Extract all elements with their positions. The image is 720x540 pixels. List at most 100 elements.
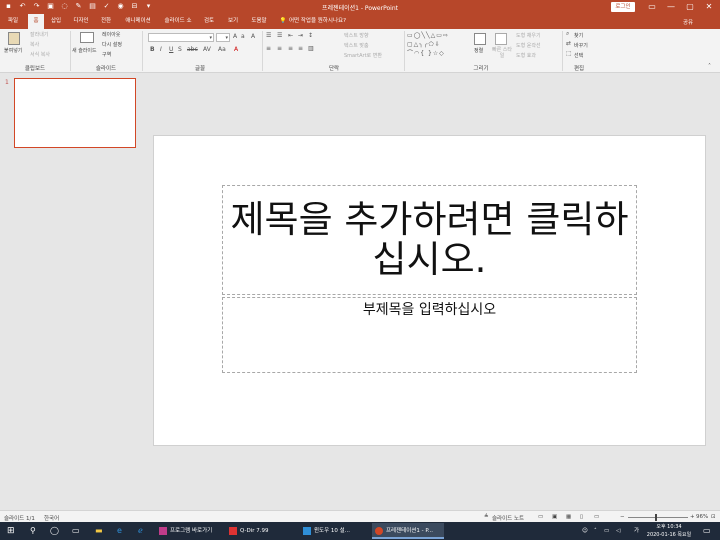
comments-icon[interactable]: ▭	[538, 514, 543, 520]
zoom-level[interactable]: 96%	[696, 514, 708, 520]
slide-sorter-icon[interactable]: ▦	[566, 514, 571, 520]
login-button[interactable]: 로그인	[611, 2, 635, 12]
find-button[interactable]: 찾기	[574, 32, 583, 39]
tell-me-search[interactable]: 어떤 작업을 원하시나요?	[289, 14, 369, 29]
tab-home[interactable]: 홈	[28, 14, 44, 29]
select-button[interactable]: 선택	[574, 52, 583, 59]
taskbar-item-program-shortcuts[interactable]: 프로그램 바로가기	[156, 523, 220, 539]
grow-font-icon[interactable]: A	[233, 33, 237, 41]
quick-styles-icon[interactable]	[495, 33, 507, 45]
shape-fill-button[interactable]: 도형 채우기	[516, 32, 541, 39]
fit-slide-icon[interactable]: ⊡	[711, 514, 716, 520]
tray-chevron-icon[interactable]: ˄	[594, 522, 597, 540]
search-icon[interactable]: ⚲	[30, 522, 36, 540]
clock[interactable]: 오후 10:34 2020-01-16 목요일	[644, 523, 694, 539]
taskbar-item-label: 프로그램 바로가기	[170, 528, 213, 534]
collapse-ribbon-icon[interactable]: ˄	[708, 63, 711, 71]
align-left-icon[interactable]: ≡	[266, 45, 271, 53]
tab-slideshow[interactable]: 슬라이드 쇼	[160, 14, 196, 29]
tab-design[interactable]: 디자인	[70, 14, 92, 29]
paste-icon[interactable]	[8, 32, 20, 45]
new-slide-icon[interactable]	[80, 32, 94, 43]
reset-button[interactable]: 다시 설정	[102, 41, 122, 48]
cortana-icon[interactable]: ◯	[50, 522, 59, 540]
powerpoint-icon	[375, 527, 383, 535]
italic-icon[interactable]: I	[160, 46, 162, 54]
underline-icon[interactable]: U	[169, 46, 173, 54]
align-center-icon[interactable]: ≡	[277, 45, 282, 53]
strikethrough-icon[interactable]: abc	[187, 46, 198, 54]
char-spacing-icon[interactable]: AV	[203, 46, 211, 54]
notification-icon[interactable]: ▭	[703, 522, 711, 540]
new-slide-button[interactable]: 새 슬라이드	[72, 47, 97, 54]
subtitle-placeholder[interactable]: 부제목을 입력하십시오	[222, 297, 637, 373]
quick-styles-button[interactable]: 빠른 스타일	[492, 47, 512, 59]
bold-icon[interactable]: B	[150, 46, 155, 54]
taskbar-item-powerpoint[interactable]: 프레젠테이션1 - P...	[372, 523, 444, 539]
reading-view-icon[interactable]: ▯	[580, 514, 583, 520]
normal-view-icon[interactable]: ▣	[552, 514, 557, 520]
numbering-icon[interactable]: ☰	[277, 32, 282, 40]
copy-button[interactable]: 복사	[30, 41, 39, 48]
line-spacing-icon[interactable]: ↕	[308, 32, 313, 40]
clear-format-icon[interactable]: A	[251, 33, 255, 41]
bullets-icon[interactable]: ☰	[266, 32, 271, 40]
title-placeholder[interactable]: 제목을 추가하려면 클릭하십시오.	[222, 185, 637, 295]
task-view-icon[interactable]: ▭	[72, 522, 80, 540]
font-size-combo[interactable]: ▾	[216, 33, 230, 42]
format-painter-button[interactable]: 서식 복사	[30, 51, 50, 58]
taskbar-item-qdir[interactable]: Q-Dir 7.99	[226, 523, 286, 539]
increase-indent-icon[interactable]: ⇥	[298, 32, 303, 40]
edge-icon[interactable]: e	[117, 522, 122, 540]
section-button[interactable]: 구역	[102, 51, 111, 58]
tab-help[interactable]: 도움말	[247, 14, 271, 29]
file-explorer-icon[interactable]: ▬	[95, 522, 103, 540]
taskbar-item-label: 프레젠테이션1 - P...	[386, 528, 434, 534]
font-name-combo[interactable]: ▾	[148, 33, 214, 42]
arrange-icon[interactable]	[474, 33, 486, 45]
start-icon[interactable]: ⊞	[7, 522, 15, 540]
convert-smartart-button[interactable]: SmartArt로 변환	[344, 52, 382, 59]
tab-insert[interactable]: 삽입	[47, 14, 65, 29]
volume-icon[interactable]: ◁	[616, 522, 620, 540]
change-case-icon[interactable]: Aa	[218, 46, 226, 54]
replace-icon: ⇄	[566, 40, 572, 47]
share-button[interactable]: 공유	[683, 18, 693, 26]
tab-view[interactable]: 보기	[224, 14, 242, 29]
language-indicator[interactable]: 한국어	[44, 514, 59, 522]
close-icon[interactable]: ✕	[698, 0, 720, 14]
layout-button[interactable]: 레이아웃	[102, 31, 120, 38]
ime-indicator[interactable]: 가	[634, 522, 639, 540]
shapes-gallery[interactable]: ▭◯╲╲△▭⇨ ▢△╮╭⬠⇩ ⌒◠{ }☆◇	[407, 31, 469, 61]
arrange-button[interactable]: 정렬	[474, 47, 483, 54]
zoom-out-icon[interactable]: −	[620, 514, 625, 520]
shrink-font-icon[interactable]: a	[241, 33, 245, 41]
taskbar-item-windows-settings[interactable]: 윈도우 10 설...	[300, 523, 368, 539]
text-direction-button[interactable]: 텍스트 방향	[344, 32, 369, 39]
font-color-icon[interactable]: A	[234, 46, 238, 54]
align-right-icon[interactable]: ≡	[288, 45, 293, 53]
zoom-slider[interactable]	[628, 517, 688, 518]
people-icon[interactable]: ☺	[582, 522, 588, 540]
replace-button[interactable]: 바꾸기	[574, 42, 588, 49]
shadow-icon[interactable]: S	[178, 46, 182, 54]
tab-file[interactable]: 파일	[4, 14, 22, 29]
notes-button[interactable]: 슬라이드 노트	[492, 514, 524, 522]
shape-outline-button[interactable]: 도형 윤곽선	[516, 42, 541, 49]
justify-icon[interactable]: ≡	[298, 45, 303, 53]
tab-review[interactable]: 검토	[200, 14, 218, 29]
cut-button[interactable]: 잘라내기	[30, 31, 48, 38]
tab-transitions[interactable]: 전환	[97, 14, 115, 29]
zoom-in-icon[interactable]: +	[690, 514, 695, 520]
align-text-button[interactable]: 텍스트 맞춤	[344, 42, 369, 49]
paste-button[interactable]: 붙여넣기	[4, 47, 22, 54]
shape-effects-button[interactable]: 도형 효과	[516, 52, 536, 59]
network-icon[interactable]: ▭	[604, 522, 609, 540]
tab-animations[interactable]: 애니메이션	[120, 14, 156, 29]
ie-icon[interactable]: ℯ	[138, 522, 143, 540]
zoom-slider-thumb[interactable]	[655, 514, 657, 521]
slideshow-view-icon[interactable]: ▭	[594, 514, 599, 520]
decrease-indent-icon[interactable]: ⇤	[288, 32, 293, 40]
slide-thumbnail[interactable]	[14, 78, 136, 148]
columns-icon[interactable]: ▥	[308, 45, 314, 53]
